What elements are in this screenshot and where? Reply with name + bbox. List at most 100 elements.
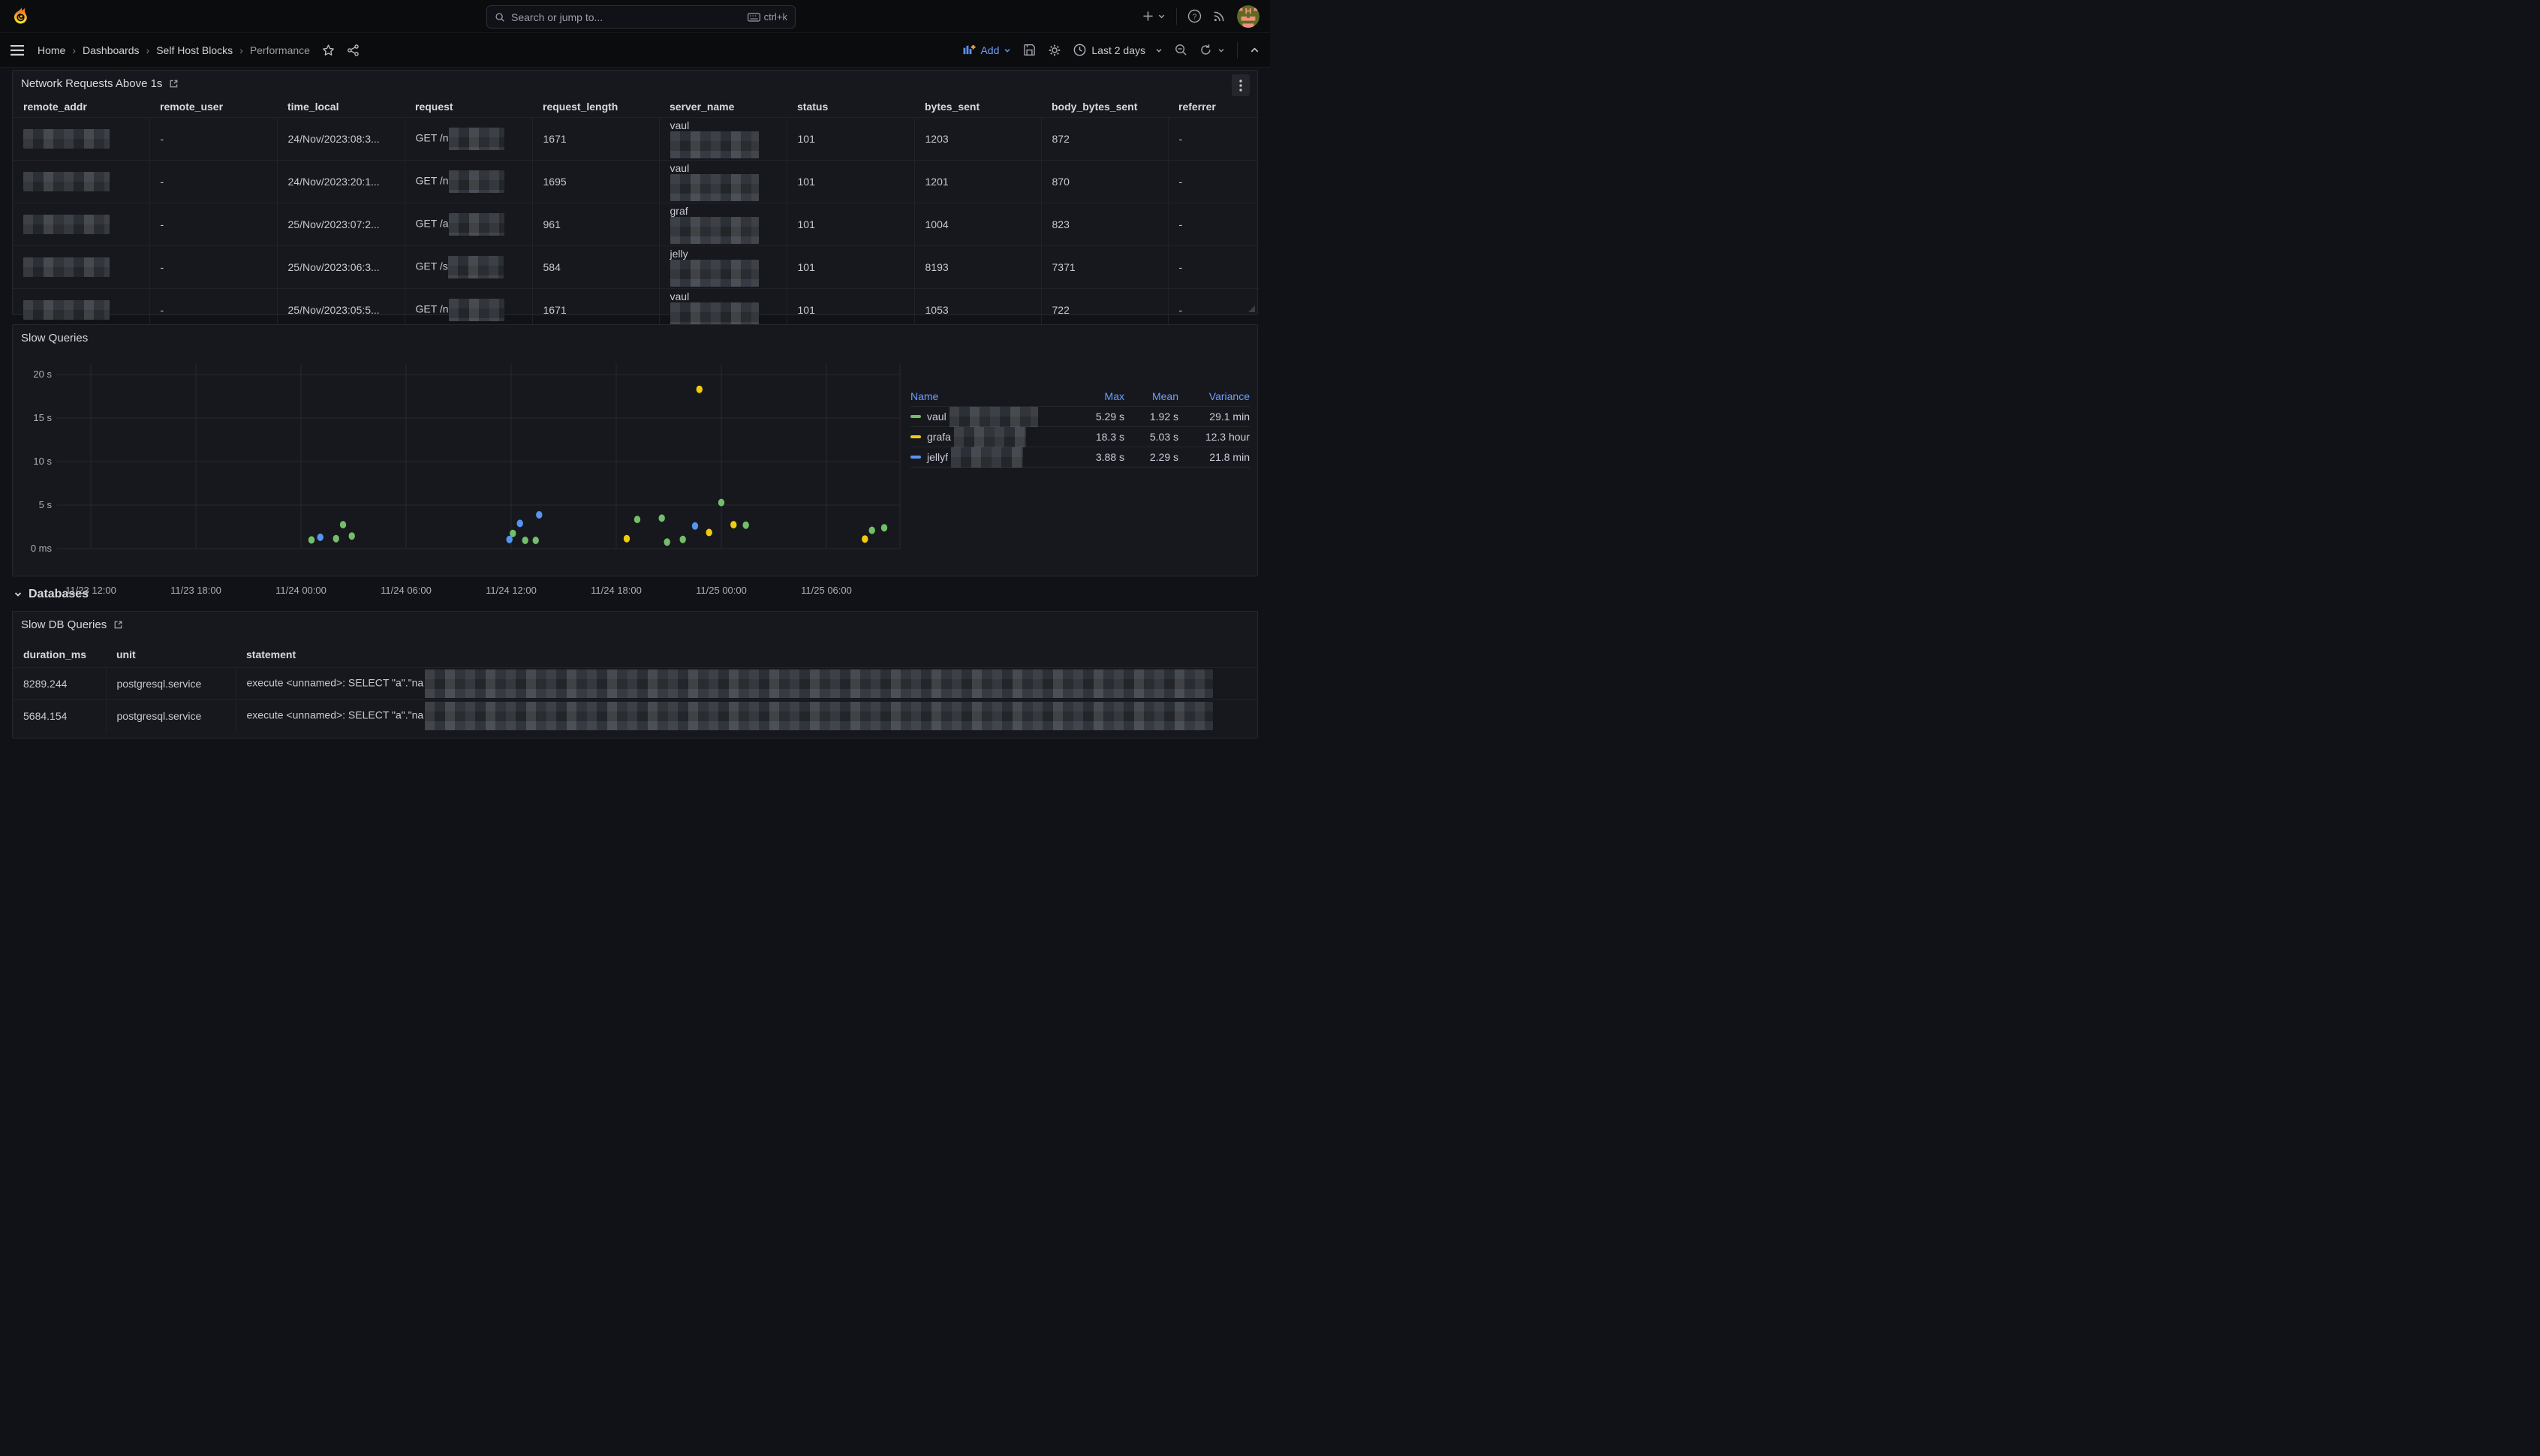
column-header[interactable]: time_local [277, 96, 405, 118]
new-button[interactable] [1142, 11, 1166, 22]
gridlines [57, 364, 900, 549]
column-header[interactable]: server_name [659, 96, 787, 118]
cell-value: 870 [1052, 176, 1070, 188]
cell-value: 25/Nov/2023:05:5... [288, 304, 380, 316]
breadcrumb-dashboards[interactable]: Dashboards [83, 44, 140, 56]
column-header[interactable]: referrer [1168, 96, 1259, 118]
cell-server-name: vaul [659, 161, 787, 203]
legend-mean-value: 1.92 s [1124, 411, 1178, 423]
cell-duration-ms: 5684.154 [13, 699, 106, 732]
column-header[interactable]: remote_user [149, 96, 277, 118]
column-header[interactable]: unit [106, 642, 236, 667]
column-header[interactable]: duration_ms [13, 642, 106, 667]
redacted-request [449, 213, 504, 236]
legend-header-variance[interactable]: Variance [1178, 390, 1250, 402]
external-link-icon[interactable] [113, 620, 123, 630]
rss-icon [1212, 9, 1226, 23]
mega-menu-button[interactable] [11, 45, 24, 56]
cell-statement: execute <unnamed>: SELECT "a"."na [236, 699, 1259, 732]
x-axis-label: 11/24 06:00 [369, 585, 444, 596]
breadcrumb-home[interactable]: Home [38, 44, 65, 56]
scatter-point [308, 536, 314, 543]
cell-value: 722 [1052, 304, 1070, 316]
help-button[interactable]: ? [1187, 9, 1202, 23]
cell-bytes-sent: 8193 [914, 246, 1041, 289]
grafana-logo-icon[interactable] [12, 7, 30, 26]
redacted-server [670, 131, 759, 158]
cell-referrer: - [1168, 203, 1259, 246]
favorite-button[interactable] [322, 44, 335, 56]
cell-value: 1201 [925, 176, 949, 188]
search-input[interactable]: Search or jump to... ctrl+k [486, 5, 796, 29]
save-dashboard-button[interactable] [1023, 44, 1036, 56]
collapse-toolbar-button[interactable] [1250, 46, 1259, 55]
news-button[interactable] [1212, 9, 1226, 23]
panel-title-slow-queries[interactable]: Slow Queries [21, 332, 88, 344]
column-header[interactable]: statement [236, 642, 1259, 667]
table-row: - 25/Nov/2023:07:2... GET /a 961 graf 10… [13, 203, 1259, 246]
table-row: - 25/Nov/2023:06:3... GET /s 584 jelly 1… [13, 246, 1259, 289]
legend-series-toggle[interactable]: grafa [910, 427, 1070, 447]
cell-bytes-sent: 1004 [914, 203, 1041, 246]
external-link-icon[interactable] [169, 79, 179, 89]
dashboard-settings-button[interactable] [1048, 44, 1061, 57]
legend-header-max[interactable]: Max [1070, 390, 1124, 402]
panel-resize-handle[interactable] [1248, 305, 1255, 312]
panel-title-network-requests[interactable]: Network Requests Above 1s [21, 77, 179, 90]
redacted-server [670, 217, 759, 244]
cell-value: - [1179, 176, 1183, 188]
scatter-point [318, 534, 324, 541]
kebab-icon [1239, 80, 1242, 92]
chevron-down-icon [1155, 47, 1163, 54]
save-icon [1023, 44, 1036, 56]
legend-series-toggle[interactable]: jellyf [910, 447, 1070, 468]
time-range-picker[interactable]: Last 2 days [1073, 44, 1163, 56]
cell-value: 823 [1052, 218, 1070, 230]
cell-value: - [161, 133, 164, 145]
add-panel-button[interactable]: Add [963, 44, 1011, 56]
breadcrumb-self-host-blocks[interactable]: Self Host Blocks [156, 44, 233, 56]
scatter-point [692, 522, 698, 530]
zoom-out-time-button[interactable] [1175, 44, 1187, 56]
chart-legend: Name Max Mean Variance vaul 5.29 s 1.92 … [910, 387, 1250, 468]
cell-body-bytes-sent: 7371 [1041, 246, 1168, 289]
legend-series-toggle[interactable]: vaul [910, 407, 1070, 427]
cell-value: GET /s [416, 260, 448, 272]
cell-value: 101 [798, 218, 815, 230]
slow-queries-chart: 20 s 15 s 10 s 5 s 0 ms 11/23 12:00 11/2… [13, 353, 1259, 573]
cell-value: 24/Nov/2023:08:3... [288, 133, 380, 145]
legend-header-name[interactable]: Name [910, 390, 938, 402]
legend-variance-value: 12.3 hour [1178, 431, 1250, 443]
column-header[interactable]: bytes_sent [914, 96, 1041, 118]
legend-row: jellyf 3.88 s 2.29 s 21.8 min [910, 447, 1250, 468]
cell-value: 8193 [925, 261, 949, 273]
panel-menu-button[interactable] [1232, 74, 1250, 96]
cell-referrer: - [1168, 246, 1259, 289]
cell-value: - [1179, 133, 1183, 145]
legend-max-value: 3.88 s [1070, 451, 1124, 463]
chevron-down-icon [1157, 12, 1166, 20]
user-avatar[interactable] [1237, 5, 1259, 28]
share-button[interactable] [347, 44, 360, 56]
redacted-ip [23, 257, 110, 277]
x-axis-label: 11/25 00:00 [684, 585, 759, 596]
series-name-prefix: vaul [927, 411, 946, 423]
refresh-button[interactable] [1199, 44, 1225, 56]
y-axis-label: 5 s [13, 499, 52, 511]
column-header[interactable]: remote_addr [13, 96, 149, 118]
column-header[interactable]: request_length [532, 96, 659, 118]
panel-title-slow-db-queries[interactable]: Slow DB Queries [21, 618, 123, 631]
cell-value: - [161, 176, 164, 188]
legend-header-mean[interactable]: Mean [1124, 390, 1178, 402]
panel-title-text: Network Requests Above 1s [21, 77, 162, 90]
table-row: - 24/Nov/2023:08:3... GET /n 1671 vaul 1… [13, 118, 1259, 161]
column-header[interactable]: request [405, 96, 532, 118]
cell-request-length: 1695 [532, 161, 659, 203]
add-panel-icon [963, 44, 976, 56]
column-header[interactable]: body_bytes_sent [1041, 96, 1168, 118]
cell-value: GET /n [416, 132, 449, 144]
question-circle-icon: ? [1187, 9, 1202, 23]
column-header[interactable]: status [787, 96, 914, 118]
series-color-swatch [910, 415, 921, 418]
scatter-point [533, 537, 539, 544]
